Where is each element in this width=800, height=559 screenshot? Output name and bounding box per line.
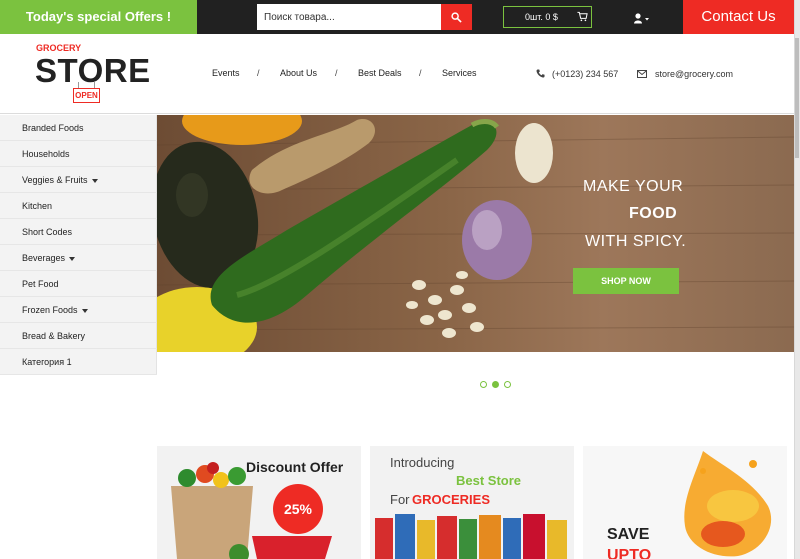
nav-separator: / (335, 68, 338, 78)
sidebar-item-short-codes[interactable]: Short Codes (0, 219, 157, 245)
slider-dot-1[interactable] (480, 381, 487, 388)
sidebar-item-label: Beverages (22, 253, 66, 263)
sidebar-item-label: Категория 1 (22, 357, 72, 367)
nav-services[interactable]: Services (442, 68, 477, 78)
cart-summary: 0шт. 0 $ (525, 12, 558, 22)
email-link[interactable]: store@grocery.com (655, 69, 733, 79)
contact-us-button[interactable]: Contact Us (683, 0, 794, 34)
sidebar-item-label: Veggies & Fruits (22, 175, 88, 185)
user-icon (634, 13, 649, 24)
sidebar-item-frozen-foods[interactable]: Frozen Foods (0, 297, 157, 323)
hero-banner: MAKE YOUR FOOD WITH SPICY. SHOP NOW (157, 115, 794, 352)
banner-headline-line1: MAKE YOUR (583, 178, 684, 195)
introducing-text: Introducing (390, 455, 455, 470)
banner-headline-line2: FOOD (629, 205, 678, 222)
sidebar-item-label: Bread & Bakery (22, 331, 86, 341)
sidebar-item-veggies-fruits[interactable]: Veggies & Fruits (0, 167, 157, 193)
shop-now-button[interactable]: SHOP NOW (573, 268, 679, 294)
nav-best-deals[interactable]: Best Deals (358, 68, 402, 78)
nav-separator: / (257, 68, 260, 78)
search-input[interactable] (257, 4, 441, 30)
discount-offer-title: Discount Offer (246, 459, 344, 475)
slider-dot-3[interactable] (504, 381, 511, 388)
nav-about-us[interactable]: About Us (280, 68, 317, 78)
sidebar-item-pet-food[interactable]: Pet Food (0, 271, 157, 297)
cart-button[interactable]: 0шт. 0 $ (503, 6, 592, 28)
special-offers-link[interactable]: Today's special Offers ! (0, 0, 197, 34)
header-divider (0, 113, 794, 114)
sidebar-item-branded-foods[interactable]: Branded Foods (0, 115, 157, 141)
nav-separator: / (419, 68, 422, 78)
for-text: For (390, 492, 410, 507)
sidebar-item-label: Frozen Foods (22, 305, 78, 315)
upto-text: UPTO (607, 547, 652, 559)
scrollbar-thumb[interactable] (795, 38, 799, 158)
page: Today's special Offers ! 0шт. 0 $ Contac… (0, 0, 800, 559)
caret-down-icon (69, 256, 76, 261)
phone-number[interactable]: (+0123) 234 567 (552, 69, 618, 79)
search-button[interactable] (441, 4, 472, 30)
nav-events[interactable]: Events (212, 68, 240, 78)
sidebar-item-category-1[interactable]: Категория 1 (0, 349, 157, 375)
sidebar-item-bread-bakery[interactable]: Bread & Bakery (0, 323, 157, 349)
slider-dot-2[interactable] (492, 381, 499, 388)
promo-card-save[interactable]: SAVE UPTO (583, 446, 787, 559)
promo-card-discount[interactable]: Discount Offer 25% (157, 446, 361, 559)
logo-open-sign: OPEN (73, 88, 100, 103)
caret-down-icon (91, 178, 98, 183)
logo-open-text: OPEN (75, 91, 98, 100)
promo-card-best-store[interactable]: Introducing Best Store For GROCERIES (370, 446, 574, 559)
banner-headline-line3: WITH SPICY. (585, 233, 687, 250)
sidebar-item-label: Households (22, 149, 70, 159)
user-menu[interactable] (634, 11, 650, 29)
groceries-text: GROCERIES (412, 492, 491, 507)
phone-icon (536, 69, 545, 78)
cart-icon (577, 11, 588, 22)
sidebar-item-label: Short Codes (22, 227, 73, 237)
sidebar-item-label: Kitchen (22, 201, 53, 211)
caret-down-icon (81, 308, 88, 313)
vegetables-image (157, 115, 794, 352)
discount-badge: 25% (273, 484, 323, 534)
sidebar-item-households[interactable]: Households (0, 141, 157, 167)
sidebar-item-beverages[interactable]: Beverages (0, 245, 157, 271)
search-icon (451, 11, 462, 23)
mail-icon (637, 70, 647, 78)
category-sidebar: Branded Foods Households Veggies & Fruit… (0, 115, 157, 375)
sidebar-item-label: Pet Food (22, 279, 59, 289)
sidebar-item-kitchen[interactable]: Kitchen (0, 193, 157, 219)
best-store-text: Best Store (456, 473, 522, 488)
sidebar-item-label: Branded Foods (22, 123, 84, 133)
save-text: SAVE (607, 526, 650, 543)
